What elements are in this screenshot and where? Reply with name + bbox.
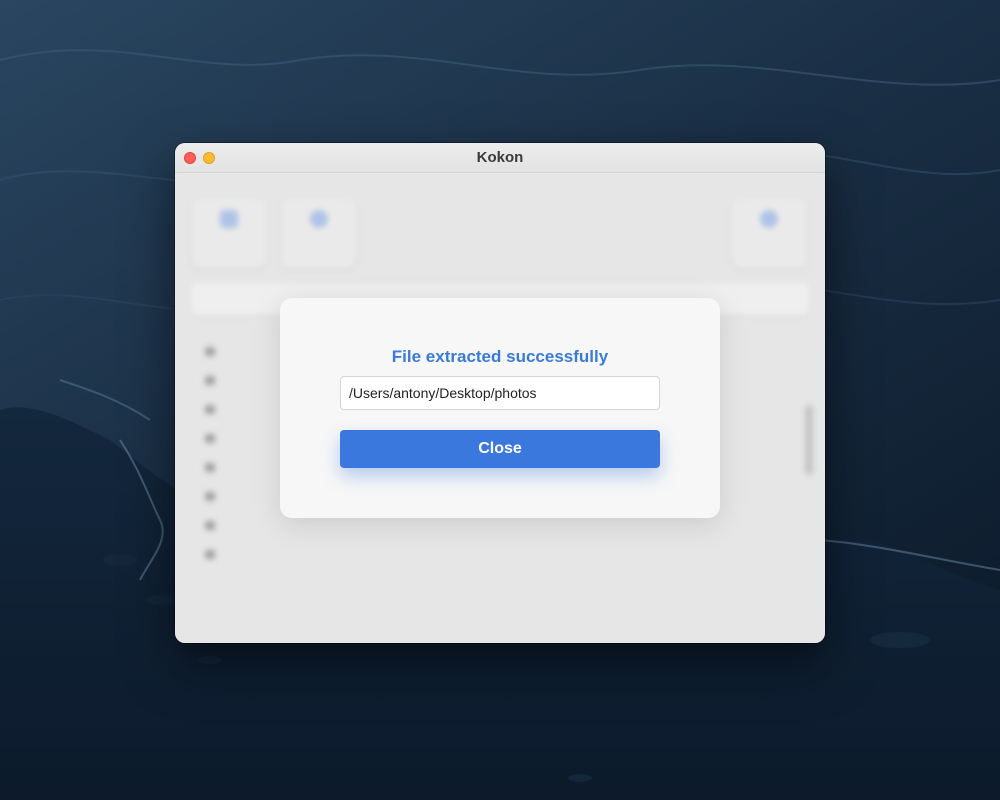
close-button[interactable]: Close (340, 430, 660, 468)
extraction-success-dialog: File extracted successfully Close (280, 298, 720, 518)
window-title: Kokon (476, 149, 524, 166)
dialog-title: File extracted successfully (391, 347, 609, 366)
extracted-path-field[interactable] (340, 376, 660, 410)
app-window: Kokon File extracted successfully /Users… (175, 143, 825, 643)
window-close-button[interactable] (184, 152, 196, 164)
title-bar[interactable]: Kokon (175, 143, 825, 173)
window-minimize-button[interactable] (203, 152, 215, 164)
